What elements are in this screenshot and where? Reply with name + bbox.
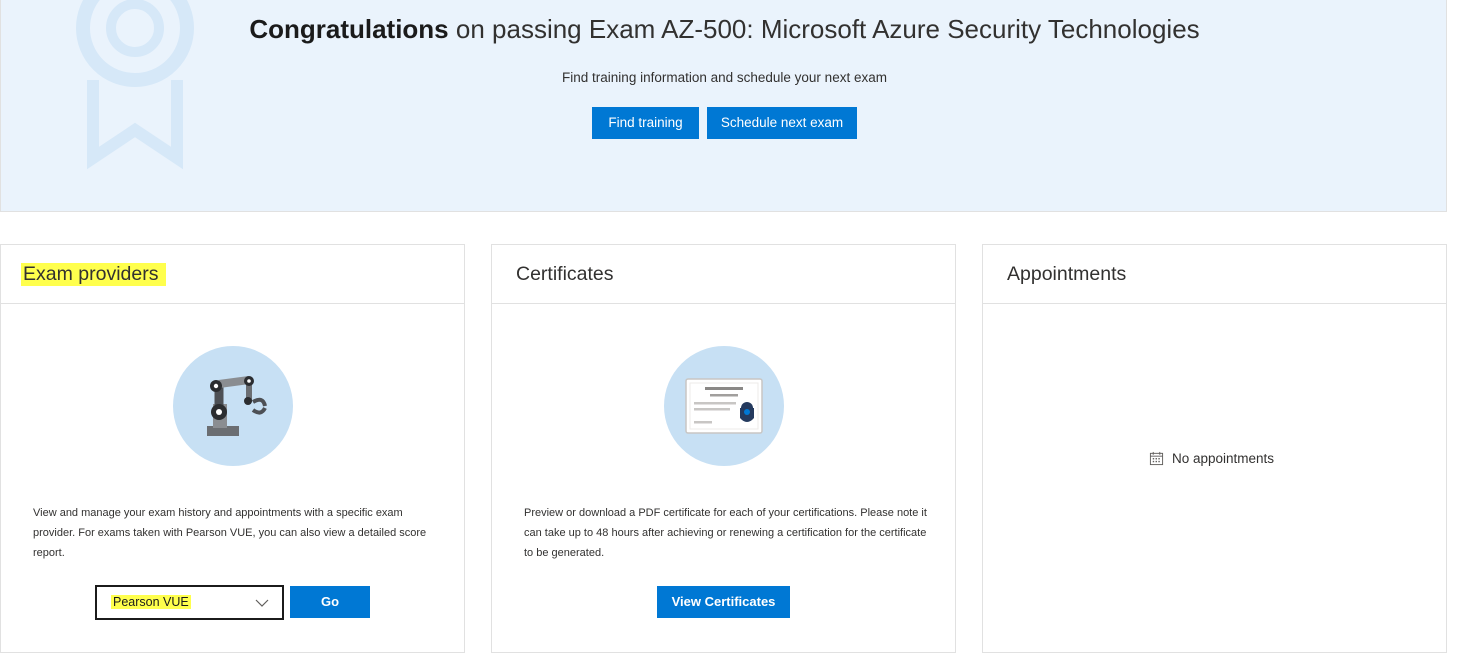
title-rest: on passing Exam AZ-500: Microsoft Azure …: [448, 14, 1200, 44]
robot-arm-icon: [207, 376, 267, 436]
congratulations-banner: Congratulations on passing Exam AZ-500: …: [0, 0, 1447, 212]
empty-appointments: No appointments: [1149, 451, 1274, 466]
certificates-description: Preview or download a PDF certificate fo…: [524, 507, 927, 559]
certificate-icon: [685, 378, 763, 434]
card-header: Exam providers: [1, 245, 464, 304]
card-title-appointments: Appointments: [1007, 263, 1127, 285]
card-title-certificates: Certificates: [516, 263, 614, 285]
appointments-card: Appointments No appointments: [982, 244, 1447, 653]
card-header: Certificates: [492, 245, 955, 304]
schedule-next-exam-button[interactable]: Schedule next exam: [707, 107, 857, 139]
exam-providers-description: View and manage your exam history and ap…: [33, 507, 427, 559]
title-strong: Congratulations: [249, 14, 449, 44]
banner-subtitle: Find training information and schedule y…: [562, 70, 887, 85]
chevron-down-icon: [255, 599, 269, 607]
selected-provider: Pearson VUE: [111, 595, 191, 609]
card-header: Appointments: [983, 245, 1446, 304]
find-training-button[interactable]: Find training: [592, 107, 699, 139]
no-appointments-text: No appointments: [1172, 451, 1275, 466]
robot-arm-illustration: [173, 346, 293, 466]
certificate-illustration: [664, 346, 784, 466]
exam-providers-card: Exam providers View and manage your exam…: [0, 244, 465, 653]
card-title-exam-providers: Exam providers: [21, 263, 167, 286]
calendar-icon: [1149, 451, 1164, 466]
exam-provider-select[interactable]: Pearson VUE: [95, 585, 284, 620]
go-button[interactable]: Go: [290, 586, 370, 618]
view-certificates-button[interactable]: View Certificates: [657, 586, 790, 618]
certificates-card: Certificates Preview or download a PDF c…: [491, 244, 956, 653]
page-title: Congratulations on passing Exam AZ-500: …: [1, 14, 1446, 45]
